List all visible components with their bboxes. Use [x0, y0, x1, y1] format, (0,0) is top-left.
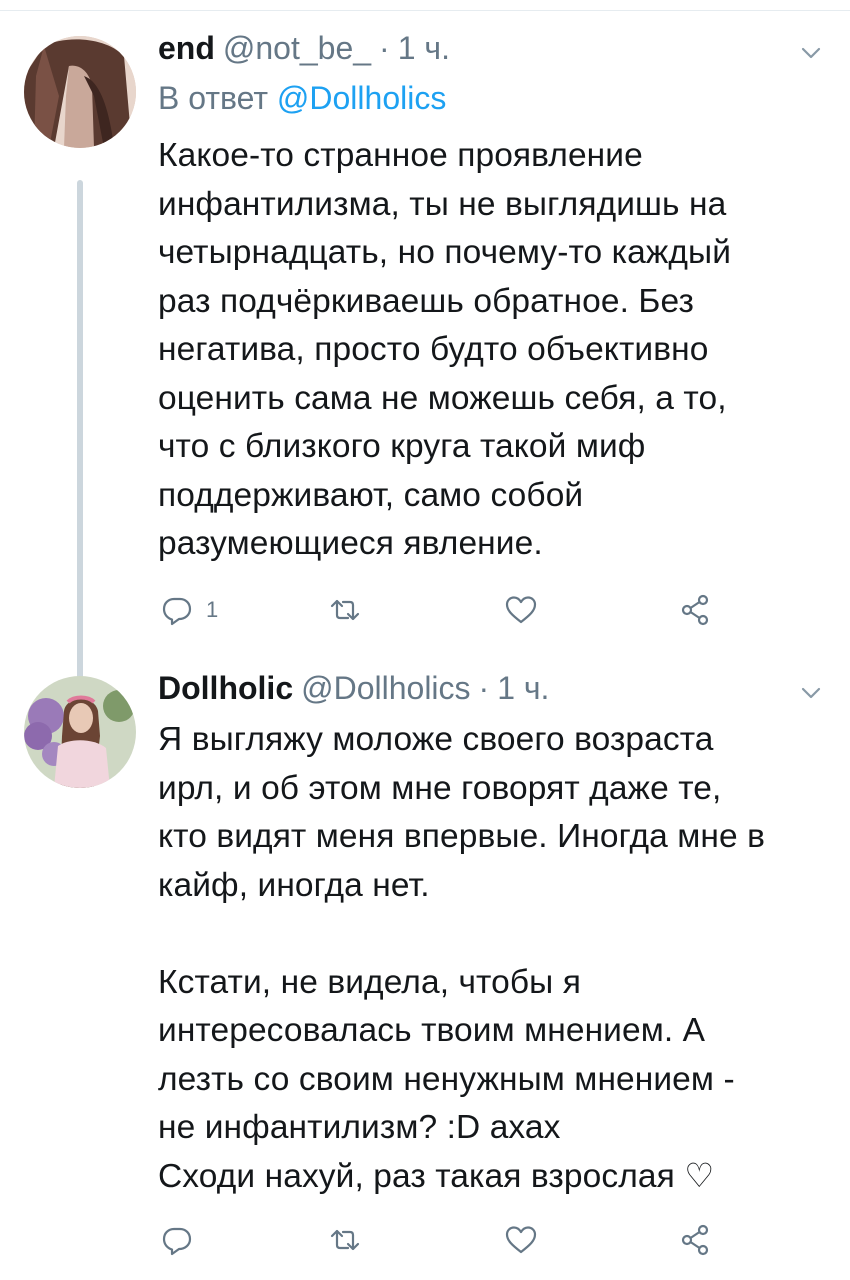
avatar[interactable] — [24, 36, 136, 148]
chevron-down-icon[interactable] — [796, 678, 826, 708]
retweet-button[interactable] — [326, 588, 374, 632]
share-icon — [681, 594, 709, 626]
share-icon — [681, 1224, 709, 1256]
tweet-text: Какое-то странное проявление инфантилизм… — [158, 137, 732, 562]
retweet-button[interactable] — [326, 1218, 374, 1262]
reply-context: В ответ @Dollholics — [158, 80, 826, 126]
like-button[interactable] — [502, 1218, 550, 1262]
heart-icon — [505, 596, 537, 624]
reply-icon — [162, 597, 192, 626]
tweet-header: Dollholic @Dollholics · 1 ч. — [158, 670, 826, 716]
like-button[interactable] — [502, 588, 550, 632]
tweet-actions: 1 — [158, 588, 778, 632]
retweet-icon — [330, 599, 360, 621]
reply-icon — [162, 1227, 192, 1256]
reply-button[interactable]: 1 — [158, 588, 218, 632]
chevron-down-icon[interactable] — [796, 38, 826, 68]
tweet[interactable]: Dollholic @Dollholics · 1 ч. Я выгляжу м… — [0, 670, 850, 1280]
tweet[interactable]: end @not_be_ · 1 ч. В ответ @Dollholics … — [0, 30, 850, 692]
tweet-content: end @not_be_ · 1 ч. В ответ @Dollholics … — [158, 30, 826, 569]
heart-icon — [505, 1226, 537, 1254]
separator-dot: · — [379, 30, 390, 66]
tweet-actions — [158, 1218, 778, 1262]
timestamp[interactable]: 1 ч. — [398, 30, 450, 67]
thread-line — [77, 180, 83, 692]
tweet-content: Dollholic @Dollholics · 1 ч. Я выгляжу м… — [158, 670, 826, 1201]
tweet-header: end @not_be_ · 1 ч. — [158, 30, 826, 76]
username[interactable]: @not_be_ — [223, 30, 371, 67]
separator-dot: · — [478, 670, 490, 706]
avatar[interactable] — [24, 676, 136, 788]
display-name[interactable]: Dollholic — [158, 670, 293, 707]
timestamp[interactable]: 1 ч. — [497, 670, 549, 707]
username[interactable]: @Dollholics — [301, 670, 470, 707]
share-button[interactable] — [676, 1218, 714, 1262]
reply-mention-link[interactable]: @Dollholics — [277, 80, 446, 116]
top-divider — [0, 0, 850, 11]
reply-button[interactable] — [158, 1218, 206, 1262]
reply-count: 1 — [206, 597, 219, 622]
avatar-image-end — [24, 36, 136, 148]
share-button[interactable] — [676, 588, 714, 632]
avatar-image-dollholic — [24, 676, 136, 788]
retweet-icon — [330, 1229, 360, 1251]
reply-prefix: В ответ — [158, 80, 269, 116]
display-name[interactable]: end — [158, 30, 215, 67]
tweet-text: Я выгляжу моложе своего возраста ирл, и … — [158, 721, 765, 1195]
